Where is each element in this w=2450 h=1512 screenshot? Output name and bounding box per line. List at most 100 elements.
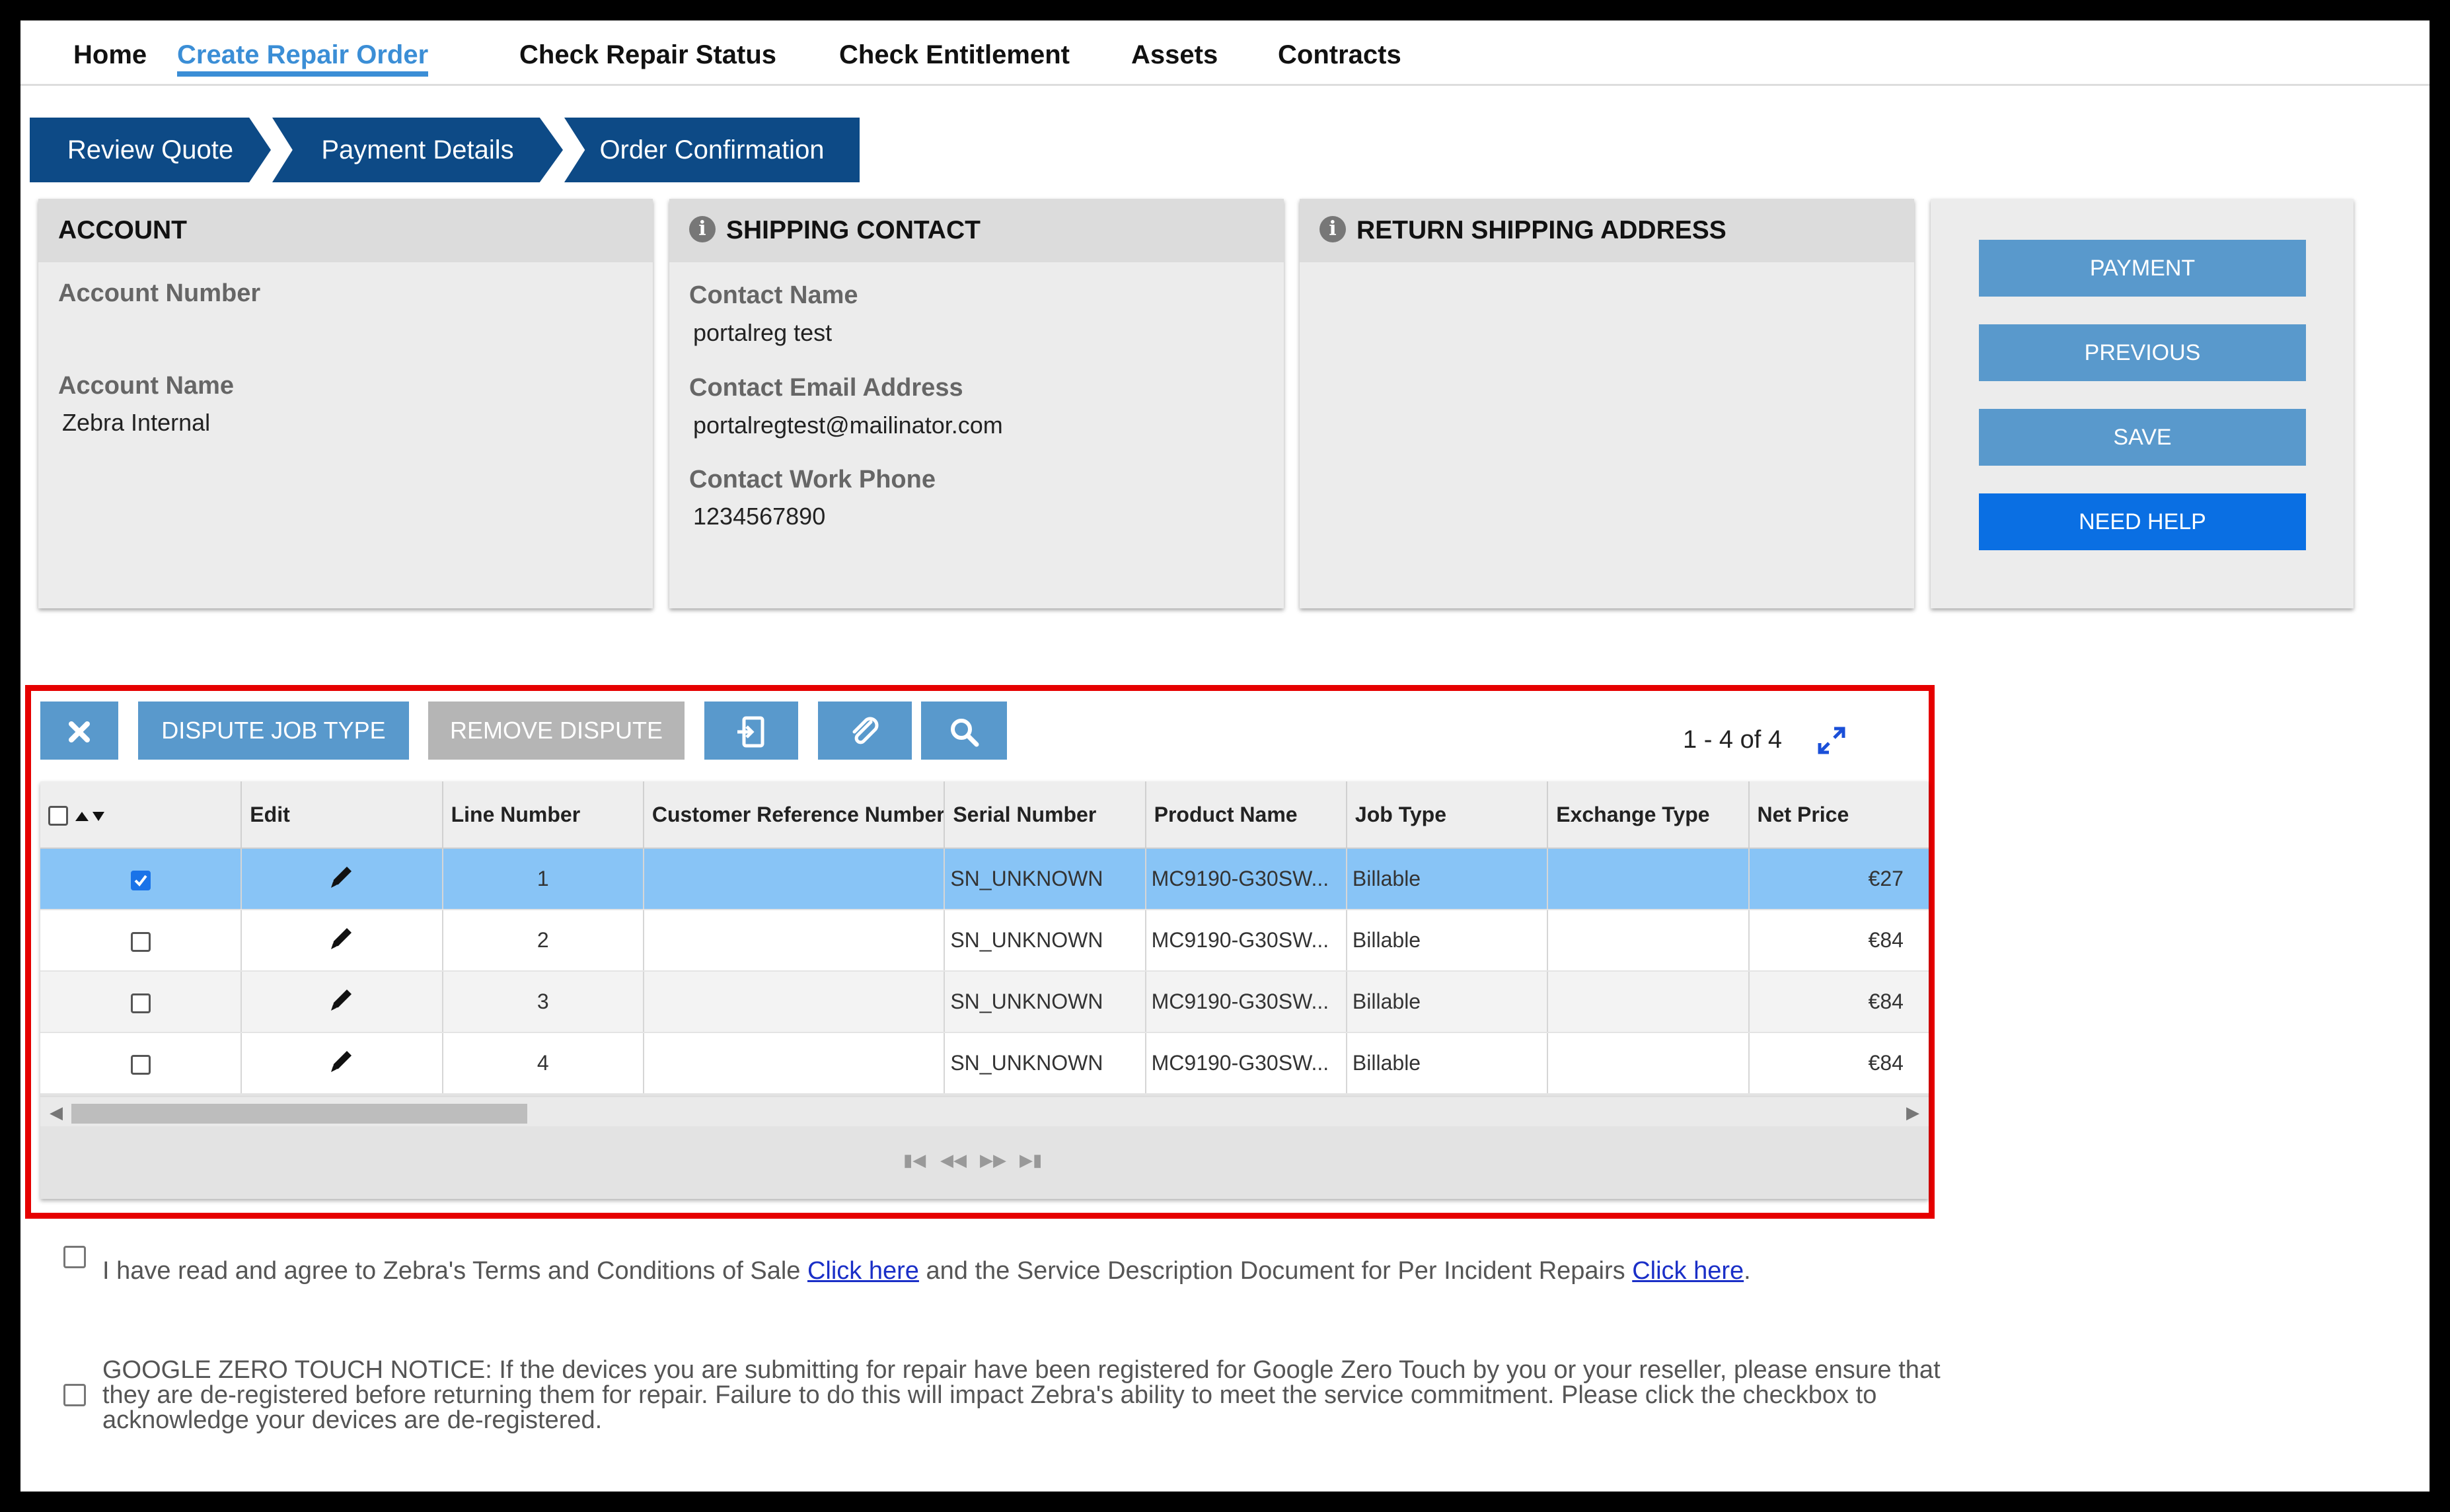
actions-panel: PAYMENT PREVIOUS SAVE NEED HELP bbox=[1931, 199, 2354, 608]
terms-text-part: . bbox=[1744, 1257, 1751, 1285]
contact-email-value: portalregtest@mailinator.com bbox=[693, 412, 1003, 439]
last-page-icon[interactable]: ▶▮ bbox=[1020, 1150, 1042, 1170]
shipping-contact-title: i SHIPPING CONTACT bbox=[669, 199, 1284, 262]
first-page-icon[interactable]: ▮◀ bbox=[903, 1150, 926, 1170]
cell-exchange-type bbox=[1547, 1032, 1750, 1095]
attach-button[interactable] bbox=[818, 702, 912, 760]
col-product-name[interactable]: Product Name bbox=[1145, 781, 1347, 849]
zero-touch-checkbox[interactable] bbox=[63, 1384, 86, 1406]
col-exchange-type[interactable]: Exchange Type bbox=[1547, 781, 1750, 849]
need-help-button[interactable]: NEED HELP bbox=[1979, 493, 2306, 550]
cell-product-name: MC9190-G30SW... bbox=[1145, 971, 1347, 1033]
cell-net-price: €27 bbox=[1748, 848, 1929, 910]
cell-job-type: Billable bbox=[1346, 1032, 1549, 1095]
sort-icon[interactable] bbox=[74, 808, 107, 824]
table-row[interactable]: 2 SN_UNKNOWN MC9190-G30SW... Billable €8… bbox=[40, 910, 1929, 972]
contact-phone-value: 1234567890 bbox=[693, 503, 826, 530]
previous-button[interactable]: PREVIOUS bbox=[1979, 324, 2306, 381]
paperclip-icon bbox=[852, 717, 879, 744]
cell-product-name: MC9190-G30SW... bbox=[1145, 1032, 1347, 1095]
clear-button[interactable] bbox=[40, 702, 118, 760]
cell-job-type: Billable bbox=[1346, 848, 1549, 910]
return-shipping-panel: i RETURN SHIPPING ADDRESS bbox=[1300, 199, 1914, 608]
cell-serial-number: SN_UNKNOWN bbox=[944, 971, 1146, 1033]
nav-assets[interactable]: Assets bbox=[1131, 20, 1218, 82]
info-icon[interactable]: i bbox=[689, 215, 716, 242]
close-icon bbox=[69, 721, 90, 743]
search-button[interactable] bbox=[921, 702, 1007, 760]
col-net-price[interactable]: Net Price bbox=[1748, 781, 1929, 849]
shipping-contact-panel: i SHIPPING CONTACT Contact Name portalreg… bbox=[669, 199, 1284, 608]
info-icon[interactable]: i bbox=[1319, 215, 1346, 242]
pager-count: 1 - 4 of 4 bbox=[1683, 726, 1782, 754]
table-row[interactable]: 1 SN_UNKNOWN MC9190-G30SW... Billable €2… bbox=[40, 848, 1929, 910]
price-value: €84 bbox=[1868, 990, 1904, 1013]
col-job-type[interactable]: Job Type bbox=[1346, 781, 1549, 849]
nav-home[interactable]: Home bbox=[73, 20, 147, 82]
nav-check-repair-status[interactable]: Check Repair Status bbox=[519, 20, 776, 82]
cell-exchange-type bbox=[1547, 910, 1750, 972]
grid-pager: ▮◀ ◀◀ ▶▶ ▶▮ bbox=[40, 1126, 1929, 1199]
pencil-icon[interactable] bbox=[327, 1046, 356, 1075]
next-page-icon[interactable]: ▶▶ bbox=[980, 1150, 1006, 1170]
search-icon bbox=[951, 719, 979, 747]
page: Home Create Repair Order Check Repair St… bbox=[20, 20, 2430, 1492]
terms-link[interactable]: Click here bbox=[807, 1257, 919, 1285]
horizontal-scrollbar[interactable]: ◀ ▶ bbox=[40, 1096, 1929, 1128]
service-description-link[interactable]: Click here bbox=[1632, 1257, 1744, 1285]
row-checkbox[interactable] bbox=[130, 1054, 151, 1075]
select-all-checkbox[interactable] bbox=[48, 806, 68, 826]
pencil-icon[interactable] bbox=[327, 862, 356, 891]
account-number-label: Account Number bbox=[58, 279, 261, 307]
contact-name-value: portalreg test bbox=[693, 319, 833, 346]
cell-customer-reference bbox=[643, 910, 946, 972]
account-name-label: Account Name bbox=[58, 372, 235, 400]
cell-product-name: MC9190-G30SW... bbox=[1145, 910, 1347, 972]
dispute-job-type-button[interactable]: DISPUTE JOB TYPE bbox=[138, 702, 409, 760]
return-shipping-title-text: RETURN SHIPPING ADDRESS bbox=[1356, 216, 1726, 244]
select-all-header[interactable] bbox=[40, 781, 242, 849]
terms-text-part: and the Service Description Document for… bbox=[918, 1257, 1633, 1285]
terms-text-part: I have read and agree to Zebra's Terms a… bbox=[102, 1257, 807, 1285]
cell-customer-reference bbox=[643, 971, 946, 1033]
scroll-left-icon[interactable]: ◀ bbox=[50, 1102, 63, 1123]
pencil-icon[interactable] bbox=[327, 985, 356, 1014]
table-row[interactable]: 3 SN_UNKNOWN MC9190-G30SW... Billable €8… bbox=[40, 971, 1929, 1033]
terms-checkbox[interactable] bbox=[63, 1246, 86, 1268]
cell-serial-number: SN_UNKNOWN bbox=[944, 848, 1146, 910]
step-payment-details[interactable]: Payment Details bbox=[272, 118, 563, 182]
nav-contracts[interactable]: Contracts bbox=[1278, 20, 1401, 82]
col-serial-number[interactable]: Serial Number bbox=[944, 781, 1146, 849]
table-row[interactable]: 4 SN_UNKNOWN MC9190-G30SW... Billable €8… bbox=[40, 1032, 1929, 1095]
prev-page-icon[interactable]: ◀◀ bbox=[940, 1150, 967, 1170]
step-order-confirmation[interactable]: Order Confirmation bbox=[564, 118, 860, 182]
remove-dispute-button[interactable]: REMOVE DISPUTE bbox=[428, 702, 685, 760]
contact-name-label: Contact Name bbox=[689, 281, 858, 309]
col-line-number[interactable]: Line Number bbox=[442, 781, 644, 849]
save-button[interactable]: SAVE bbox=[1979, 409, 2306, 466]
cell-serial-number: SN_UNKNOWN bbox=[944, 1032, 1146, 1095]
cell-serial-number: SN_UNKNOWN bbox=[944, 910, 1146, 972]
nav-create-repair-order[interactable]: Create Repair Order bbox=[177, 20, 428, 77]
scroll-right-icon[interactable]: ▶ bbox=[1906, 1102, 1919, 1123]
row-checkbox[interactable] bbox=[130, 870, 151, 890]
col-customer-reference[interactable]: Customer Reference Number bbox=[643, 781, 946, 849]
return-shipping-title: i RETURN SHIPPING ADDRESS bbox=[1300, 199, 1914, 262]
contact-email-label: Contact Email Address bbox=[689, 374, 963, 402]
payment-button[interactable]: PAYMENT bbox=[1979, 240, 2306, 297]
scroll-thumb[interactable] bbox=[71, 1104, 527, 1124]
export-button[interactable] bbox=[704, 702, 798, 760]
col-edit[interactable]: Edit bbox=[241, 781, 443, 849]
cell-job-type: Billable bbox=[1346, 971, 1549, 1033]
shipping-contact-title-text: SHIPPING CONTACT bbox=[726, 216, 981, 244]
account-name-value: Zebra Internal bbox=[62, 409, 211, 436]
account-panel-title: ACCOUNT bbox=[38, 199, 653, 262]
row-checkbox[interactable] bbox=[130, 931, 151, 952]
repair-lines-table: Edit Line Number Customer Reference Numb… bbox=[40, 781, 1929, 1095]
expand-icon[interactable] bbox=[1816, 725, 1847, 756]
pencil-icon[interactable] bbox=[327, 923, 356, 953]
row-checkbox[interactable] bbox=[130, 993, 151, 1013]
account-panel: ACCOUNT Account Number Account Name Zebr… bbox=[38, 199, 653, 608]
nav-check-entitlement[interactable]: Check Entitlement bbox=[839, 20, 1070, 82]
step-review-quote[interactable]: Review Quote bbox=[30, 118, 271, 182]
